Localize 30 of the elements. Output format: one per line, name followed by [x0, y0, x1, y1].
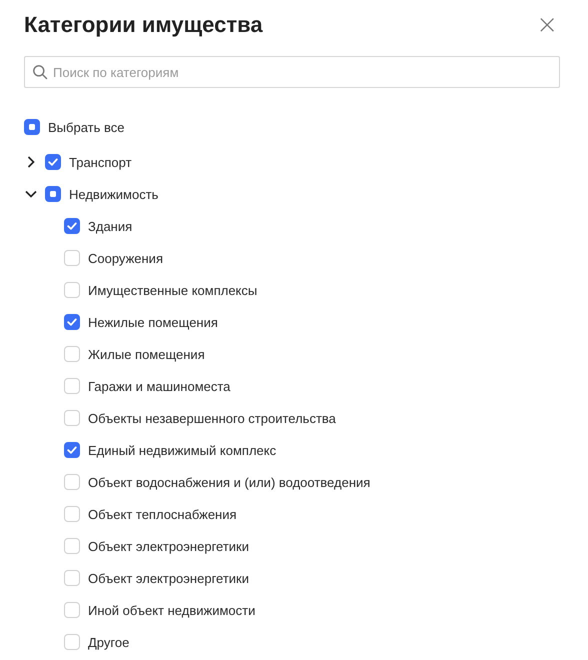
checkbox-label[interactable]: Нежилые помещения	[88, 314, 218, 330]
checkbox[interactable]	[24, 119, 40, 135]
checkbox-label[interactable]: Сооружения	[88, 250, 163, 266]
checkbox[interactable]	[64, 218, 80, 234]
checkbox-label[interactable]: Выбрать все	[48, 120, 124, 134]
search-field[interactable]: Поиск по категориям	[24, 56, 560, 88]
checkmark-icon	[67, 446, 77, 454]
checkbox-label[interactable]: Другое	[88, 634, 130, 650]
checkbox-label[interactable]: Иной объект недвижимости	[88, 602, 256, 618]
checkbox-label[interactable]: Здания	[88, 218, 132, 234]
checkbox-label[interactable]: Единый недвижимый комплекс	[88, 442, 276, 458]
checkbox-label[interactable]: Объект теплоснабжения	[88, 506, 237, 522]
checkbox-label[interactable]: Объект электроэнергетики	[88, 538, 249, 554]
checkmark-icon	[48, 158, 58, 166]
checkbox-label[interactable]: Жилые помещения	[88, 346, 205, 362]
checkbox[interactable]	[64, 442, 80, 458]
checkmark-icon	[67, 318, 77, 326]
checkbox-label[interactable]: Гаражи и машиноместа	[88, 378, 230, 394]
close-button[interactable]: ×	[534, 12, 560, 38]
checkbox-label[interactable]: Объекты незавершенного строительства	[88, 410, 336, 426]
dialog-title: Категории имущества	[24, 12, 263, 38]
checkbox-label[interactable]: Недвижимость	[69, 186, 158, 202]
checkbox-label[interactable]: Объект электроэнергетики	[88, 570, 249, 586]
checkbox[interactable]	[45, 186, 61, 202]
checkbox[interactable]	[64, 314, 80, 330]
checkbox-label[interactable]: Имущественные комплексы	[88, 282, 258, 298]
checkmark-icon	[67, 222, 77, 230]
checkbox-label[interactable]: Объект водоснабжения и (или) водоотведения	[88, 474, 370, 490]
checkbox[interactable]	[45, 154, 61, 170]
checkbox-label[interactable]: Транспорт	[69, 154, 132, 170]
